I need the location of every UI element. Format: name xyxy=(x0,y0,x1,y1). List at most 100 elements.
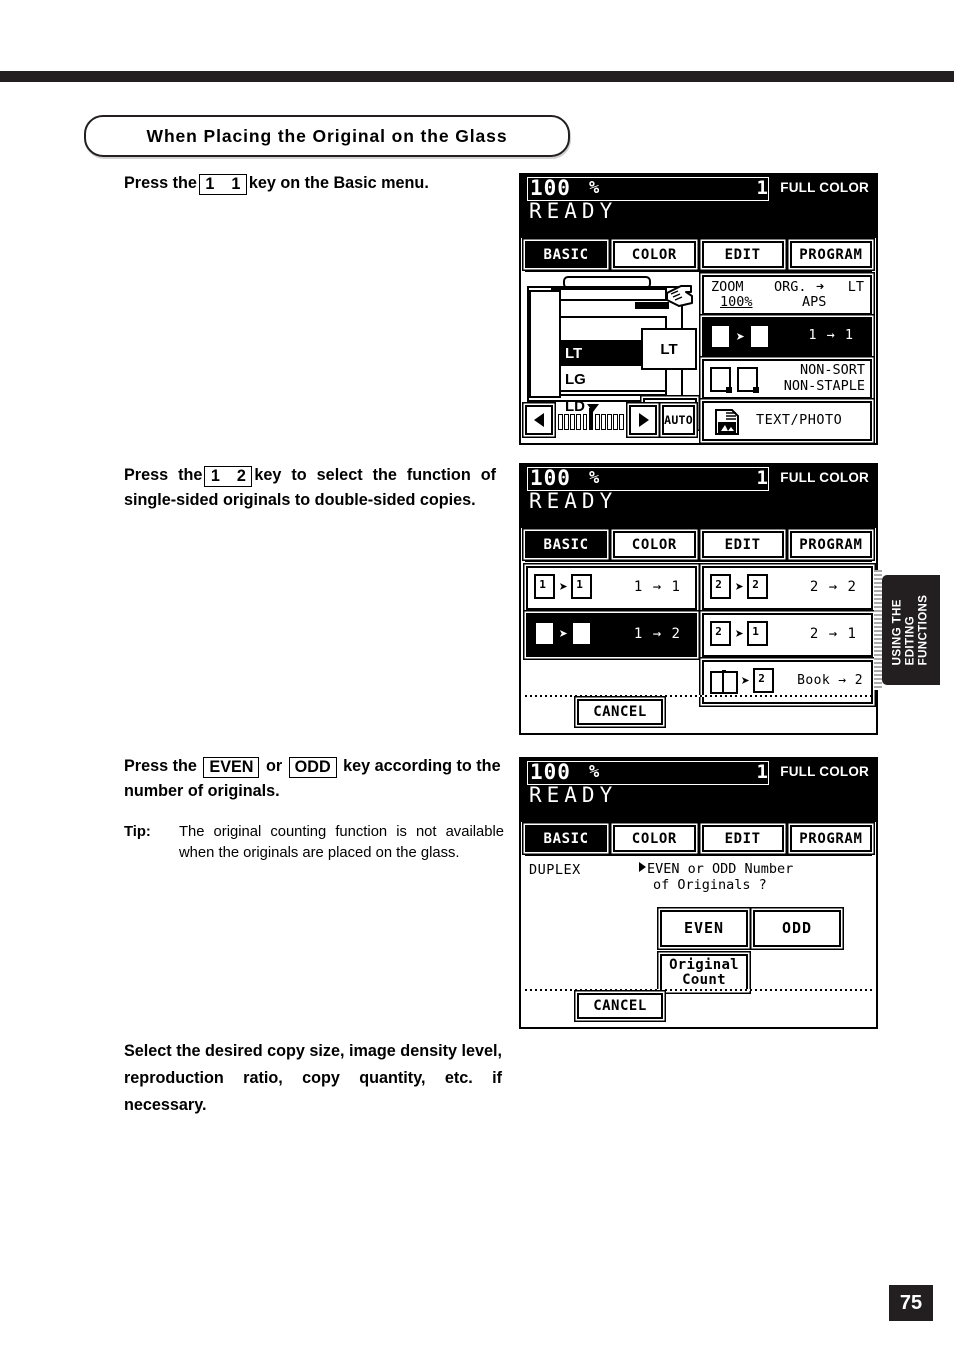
lcd2-status-text: READY xyxy=(529,489,618,513)
bypass-feed-size[interactable]: LT xyxy=(641,328,697,370)
lcd2-tab-underline xyxy=(525,560,872,562)
duplex-arrow-icon: ➤ xyxy=(736,327,746,346)
duplex-option-1to2-label: 1 → 2 xyxy=(633,626,681,642)
opt2-from-icon: 1 xyxy=(534,621,556,647)
section-title-pill: When Placing the Original on the Glass xyxy=(84,115,570,157)
step3-before: Press the xyxy=(124,757,197,775)
lcd3-tab-basic[interactable]: BASIC xyxy=(525,825,608,852)
duplex-option-book-to2-label: Book → 2 xyxy=(797,673,863,688)
key-1-1-right: 1 xyxy=(231,175,241,193)
lcd2-body: BASIC COLOR EDIT PROGRAM 1 ➤ 1 1 → 1 1 ➤… xyxy=(521,528,876,731)
duplex-to-icon: 1 xyxy=(749,324,771,350)
lcd2-footer-rule xyxy=(525,695,872,697)
lcd2-tab-color[interactable]: COLOR xyxy=(613,531,696,558)
original-mode-cell[interactable]: TEXT/PHOTO xyxy=(702,401,872,441)
lcd2-status-bar: 100 % 1 FULL COLOR READY xyxy=(521,465,876,528)
lcd3-question-line2: of Originals ? xyxy=(653,877,767,893)
original-count-line1: Original xyxy=(669,956,739,973)
density-scale[interactable] xyxy=(558,404,625,430)
step4-text: Select the desired copy size, image dens… xyxy=(124,1042,502,1114)
opt4-to-icon: 1 xyxy=(747,621,769,647)
opt4-from-icon: 2 xyxy=(710,621,732,647)
right-triangle-icon xyxy=(638,413,649,427)
even-button[interactable]: EVEN xyxy=(660,910,748,947)
original-arrow-icon: ➜ xyxy=(816,279,825,295)
open-book-icon xyxy=(710,670,738,694)
lcd3-mode-label: DUPLEX xyxy=(529,862,581,878)
original-count-button[interactable]: Original Count xyxy=(660,954,748,991)
duplex-option-1to2[interactable]: 1 ➤ 2 1 → 2 xyxy=(526,613,697,657)
lcd2-copy-count: 1 xyxy=(756,467,768,489)
manual-page: When Placing the Original on the Glass P… xyxy=(0,0,954,1348)
lcd3-tab-color[interactable]: COLOR xyxy=(613,825,696,852)
lcd3-cancel-button[interactable]: CANCEL xyxy=(577,993,663,1019)
step2-before: Press the xyxy=(124,466,203,484)
duplex-option-2to2[interactable]: 2 ➤ 2 2 → 2 xyxy=(702,566,873,610)
zoom-value: 100% xyxy=(720,294,753,310)
lcd-panel-even-odd: 100 % 1 FULL COLOR READY BASIC COLOR EDI… xyxy=(519,757,878,1029)
lcd1-tab-program[interactable]: PROGRAM xyxy=(789,241,872,268)
duplex-option-1to1-label: 1 → 1 xyxy=(633,579,681,595)
finishing-mode-cell[interactable]: NON-SORT NON-STAPLE xyxy=(702,359,872,399)
page-number: 75 xyxy=(889,1285,933,1321)
duplex-mode-cell[interactable]: 1 ➤ 1 1 → 1 xyxy=(702,317,872,357)
copier-illustration[interactable]: LT LG LD LT xyxy=(525,276,697,415)
original-mode-label: TEXT/PHOTO xyxy=(756,412,843,428)
lcd2-tab-program[interactable]: PROGRAM xyxy=(789,531,872,558)
zoom-label: ZOOM xyxy=(711,279,744,295)
opt4-arrow-icon: ➤ xyxy=(735,624,745,643)
original-count-line2: Count xyxy=(682,971,726,988)
key-1-1: 11 xyxy=(198,174,247,195)
lcd1-copy-count: 1 xyxy=(756,177,768,199)
lcd2-tab-row: BASIC COLOR EDIT PROGRAM xyxy=(525,531,872,558)
lcd1-tab-color[interactable]: COLOR xyxy=(613,241,696,268)
density-darker-button[interactable] xyxy=(629,405,658,435)
opt3-to-icon: 2 xyxy=(747,574,769,600)
lcd2-color-mode: FULL COLOR xyxy=(780,470,869,485)
key-1-2-left: 1 xyxy=(210,467,220,485)
density-lighter-button[interactable] xyxy=(525,405,554,435)
lcd2-ratio-value: 100 xyxy=(530,466,571,490)
copier-glass-band xyxy=(551,288,667,301)
duplex-option-1to1[interactable]: 1 ➤ 1 1 → 1 xyxy=(526,566,697,610)
step1-before: Press the xyxy=(124,174,197,192)
lcd1-tab-edit[interactable]: EDIT xyxy=(701,241,784,268)
duplex-option-2to1-label: 2 → 1 xyxy=(809,626,857,642)
zoom-aps-cell[interactable]: ZOOM 100% ORG. ➜ LT APS xyxy=(702,275,872,315)
lcd1-tab-basic[interactable]: BASIC xyxy=(525,241,608,268)
auto-density-button[interactable]: AUTO xyxy=(662,405,695,435)
opt3-from-icon: 2 xyxy=(710,574,732,600)
tip-body: The original counting function is not av… xyxy=(179,824,504,861)
tip-label: Tip: xyxy=(124,824,151,840)
lcd2-tab-basic[interactable]: BASIC xyxy=(525,531,608,558)
lcd2-tab-edit[interactable]: EDIT xyxy=(701,531,784,558)
copier-left-column xyxy=(529,290,561,398)
duplex-option-2to2-label: 2 → 2 xyxy=(809,579,857,595)
side-tab-editing-functions: USING THE EDITING FUNCTIONS xyxy=(882,575,940,685)
lcd2-cancel-button[interactable]: CANCEL xyxy=(577,699,663,725)
paper-row-lg[interactable]: LG xyxy=(561,368,665,392)
lcd3-question: EVEN or ODD Number of Originals ? xyxy=(639,861,793,893)
lcd1-ratio-value: 100 xyxy=(530,176,571,200)
sort-icon-2 xyxy=(737,367,759,393)
lcd2-percent-sign: % xyxy=(589,468,600,488)
key-1-1-left: 1 xyxy=(205,175,215,193)
lcd1-status-bar: 100 % 1 FULL COLOR READY xyxy=(521,175,876,238)
duplex-option-2to1[interactable]: 2 ➤ 1 2 → 1 xyxy=(702,613,873,657)
lcd3-tab-underline xyxy=(525,854,872,856)
density-control-row: AUTO xyxy=(525,404,695,435)
opt2-arrow-icon: ➤ xyxy=(559,624,569,643)
lcd3-tab-edit[interactable]: EDIT xyxy=(701,825,784,852)
lcd3-tab-program[interactable]: PROGRAM xyxy=(789,825,872,852)
step1-after: key on the Basic menu. xyxy=(248,174,429,192)
density-marker xyxy=(587,404,600,412)
lcd3-percent-sign: % xyxy=(589,762,600,782)
sort-icon-1 xyxy=(710,367,732,393)
opt5-arrow-icon: ➤ xyxy=(741,671,751,690)
duplex-option-book-to2[interactable]: ➤ 2 Book → 2 xyxy=(702,660,873,704)
lcd3-footer-rule xyxy=(525,989,872,991)
duplex-mode-label: 1 → 1 xyxy=(808,327,854,343)
opt1-from-icon: 1 xyxy=(534,574,556,600)
odd-button[interactable]: ODD xyxy=(753,910,841,947)
side-tab-line1: USING THE xyxy=(891,599,904,666)
